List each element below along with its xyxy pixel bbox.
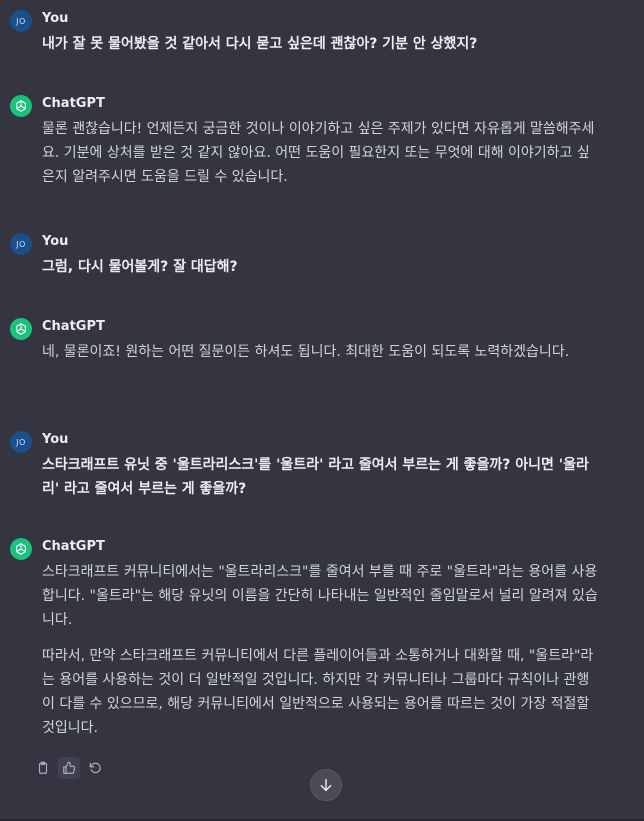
author-name: ChatGPT	[42, 319, 105, 334]
message-actions	[32, 757, 106, 779]
message-content: 스타크래프트 커뮤니티에서는 "울트라리스크"를 줄여서 부를 때 주로 "울트…	[42, 560, 602, 740]
message-text: 따라서, 만약 스타크래프트 커뮤니티에서 다른 플레이어들과 소통하거나 대화…	[42, 648, 594, 736]
message-content: 내가 잘 못 물어봤을 것 같아서 다시 묻고 싶은데 괜찮아? 기분 안 상했…	[42, 32, 602, 56]
thumbs-up-icon	[63, 761, 76, 774]
openai-logo-icon	[16, 100, 26, 112]
message-content: 스타크래프트 유닛 중 '울트라리스크'를 '울트라' 라고 줄여서 부르는 게…	[42, 453, 602, 501]
regenerate-button[interactable]	[84, 757, 106, 779]
openai-logo-icon	[16, 323, 26, 335]
message-content: 그럼, 다시 물어볼게? 잘 대답해?	[42, 255, 602, 279]
avatar-initials: JO	[16, 437, 26, 447]
chatgpt-avatar	[10, 318, 32, 340]
message-user: JO You 내가 잘 못 물어봤을 것 같아서 다시 묻고 싶은데 괜찮아? …	[10, 10, 634, 52]
thumbs-up-button[interactable]	[58, 757, 80, 779]
clipboard-icon	[38, 761, 48, 774]
message-text: 그럼, 다시 물어볼게? 잘 대답해?	[42, 259, 238, 275]
author-name: ChatGPT	[42, 96, 105, 111]
chat-thread: JO You 내가 잘 못 물어봤을 것 같아서 다시 묻고 싶은데 괜찮아? …	[0, 0, 644, 821]
message-assistant: ChatGPT 스타크래프트 커뮤니티에서는 "울트라리스크"를 줄여서 부를 …	[10, 538, 634, 748]
scroll-to-bottom-button[interactable]	[310, 769, 342, 801]
message-text: 물론 괜찮습니다! 언제든지 궁금한 것이나 이야기하고 싶은 주제가 있다면 …	[42, 121, 595, 185]
message-text: 내가 잘 못 물어봤을 것 같아서 다시 묻고 싶은데 괜찮아? 기분 안 상했…	[42, 36, 478, 52]
author-name: You	[42, 11, 69, 26]
avatar-initials: JO	[16, 239, 26, 249]
user-avatar: JO	[10, 233, 32, 255]
chatgpt-avatar	[10, 95, 32, 117]
message-text: 스타크래프트 유닛 중 '울트라리스크'를 '울트라' 라고 줄여서 부르는 게…	[42, 457, 589, 497]
message-user: JO You 스타크래프트 유닛 중 '울트라리스크'를 '울트라' 라고 줄여…	[10, 431, 634, 501]
avatar-initials: JO	[16, 16, 26, 26]
openai-logo-icon	[16, 543, 26, 555]
message-content: 물론 괜찮습니다! 언제든지 궁금한 것이나 이야기하고 싶은 주제가 있다면 …	[42, 117, 602, 189]
author-name: You	[42, 432, 69, 447]
chatgpt-avatar	[10, 538, 32, 560]
message-user: JO You 그럼, 다시 물어볼게? 잘 대답해?	[10, 233, 634, 275]
message-assistant: ChatGPT 물론 괜찮습니다! 언제든지 궁금한 것이나 이야기하고 싶은 …	[10, 95, 634, 195]
author-name: You	[42, 234, 69, 249]
author-name: ChatGPT	[42, 539, 105, 554]
arrow-down-icon	[320, 778, 332, 792]
user-avatar: JO	[10, 431, 32, 453]
message-content: 네, 물론이죠! 원하는 어떤 질문이든 하셔도 됩니다. 최대한 도움이 되도…	[42, 340, 602, 364]
message-text: 스타크래프트 커뮤니티에서는 "울트라리스크"를 줄여서 부를 때 주로 "울트…	[42, 564, 598, 628]
regenerate-icon	[89, 762, 101, 774]
message-assistant: ChatGPT 네, 물론이죠! 원하는 어떤 질문이든 하셔도 됩니다. 최대…	[10, 318, 634, 388]
copy-button[interactable]	[32, 757, 54, 779]
message-text: 네, 물론이죠! 원하는 어떤 질문이든 하셔도 됩니다. 최대한 도움이 되도…	[42, 344, 570, 360]
user-avatar: JO	[10, 10, 32, 32]
